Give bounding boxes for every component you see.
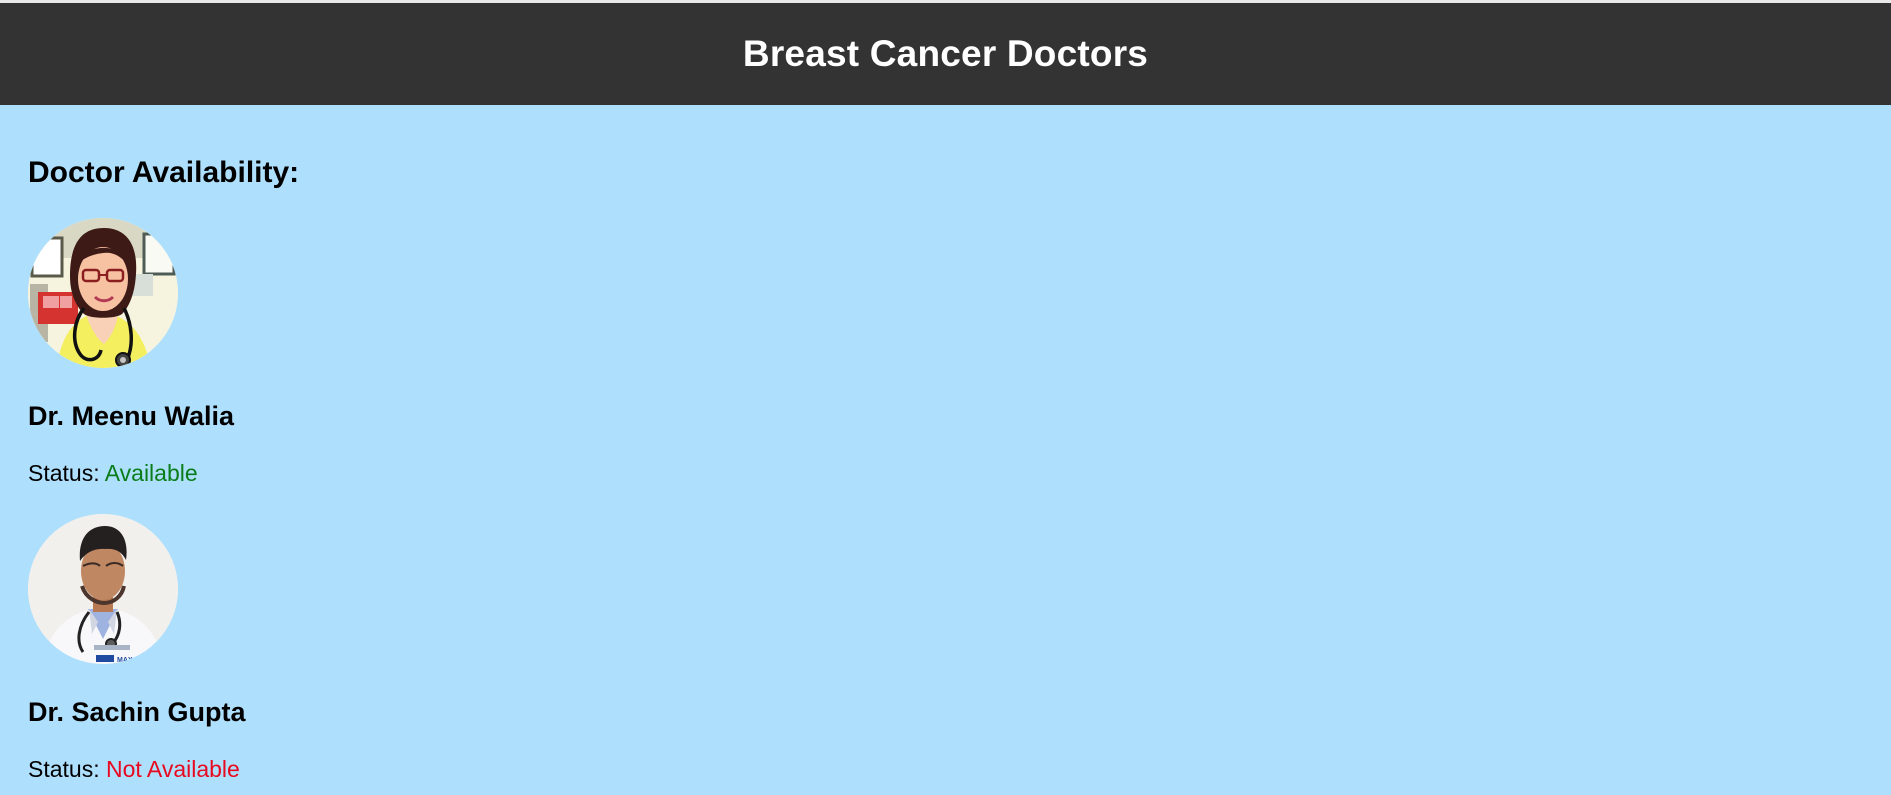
- badge-text: MAX: [117, 657, 133, 664]
- doctor-card: MAX Dr. Sachin Gupta Status: Not Availab…: [28, 514, 628, 782]
- status-label: Status:: [28, 756, 100, 782]
- doctor-photo-male-icon: MAX: [28, 514, 178, 664]
- status-label: Status:: [28, 460, 100, 486]
- section-title: Doctor Availability:: [28, 156, 300, 189]
- doctor-status: Status: Available: [28, 460, 198, 487]
- page-title: Breast Cancer Doctors: [742, 33, 1149, 74]
- status-value-not-available: Not Available: [106, 756, 240, 782]
- doctor-card: Dr. Meenu Walia Status: Available: [28, 218, 628, 486]
- page-header: Breast Cancer Doctors: [0, 3, 1891, 105]
- doctor-name: Dr. Meenu Walia: [28, 401, 235, 431]
- doctor-name: Dr. Sachin Gupta: [28, 697, 246, 727]
- doctor-status: Status: Not Available: [28, 756, 240, 783]
- status-value-available: Available: [104, 460, 198, 486]
- doctor-photo-female-icon: [28, 218, 178, 368]
